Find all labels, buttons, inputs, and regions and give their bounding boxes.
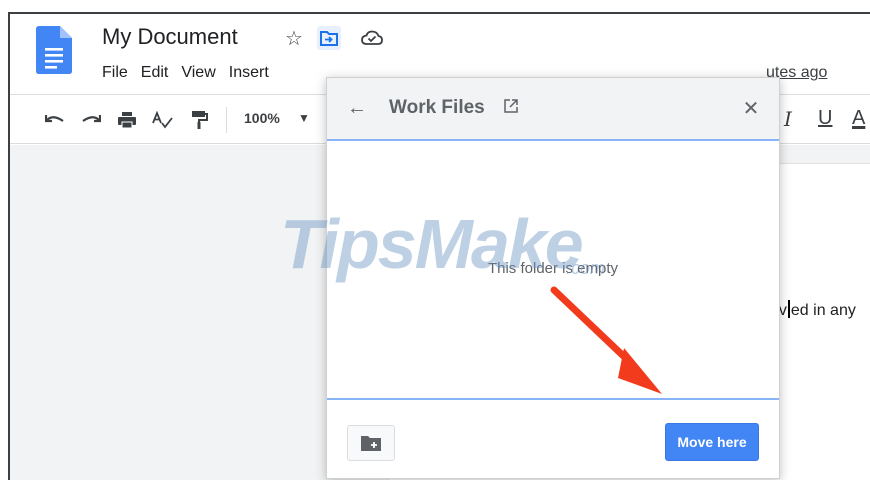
menu-file[interactable]: File (102, 64, 128, 82)
move-to-folder-icon[interactable] (317, 26, 341, 50)
undo-icon[interactable] (44, 109, 66, 131)
cloud-status-icon[interactable] (360, 26, 384, 50)
document-body-text[interactable]: aved in any (770, 300, 856, 320)
new-folder-button[interactable] (347, 425, 395, 461)
back-arrow-icon[interactable]: ← (345, 96, 369, 120)
folder-contents: This folder is empty (327, 142, 779, 398)
text-cursor (787, 300, 790, 318)
menu-view[interactable]: View (181, 64, 215, 82)
menu-insert[interactable]: Insert (229, 64, 269, 82)
redo-icon[interactable] (80, 109, 102, 131)
paint-format-icon[interactable] (188, 109, 210, 131)
body-text-end: ed in any (790, 302, 856, 319)
move-here-button[interactable]: Move here (665, 423, 759, 461)
toolbar-divider (226, 107, 227, 133)
dialog-header: ← Work Files ✕ (327, 78, 779, 141)
zoom-select[interactable]: 100% (244, 110, 280, 126)
italic-button[interactable]: I (784, 107, 792, 131)
text-color-button[interactable]: A (852, 107, 865, 130)
move-dialog: ← Work Files ✕ This folder is empty Move… (326, 77, 780, 479)
spellcheck-icon[interactable] (152, 109, 174, 131)
print-icon[interactable] (116, 109, 138, 131)
open-in-new-icon[interactable] (503, 98, 519, 114)
new-folder-icon (361, 436, 381, 451)
app-window: My Document ☆ File Edit View Insert utes… (8, 12, 870, 480)
google-docs-logo-icon[interactable] (36, 26, 72, 74)
dialog-footer: Move here (327, 398, 779, 478)
empty-folder-message: This folder is empty (487, 260, 619, 277)
document-title[interactable]: My Document (102, 24, 238, 50)
underline-button[interactable]: U (818, 107, 832, 130)
chevron-down-icon[interactable]: ▼ (298, 111, 310, 125)
star-icon[interactable]: ☆ (282, 26, 306, 50)
menu-bar: File Edit View Insert (102, 64, 282, 82)
menu-edit[interactable]: Edit (141, 64, 169, 82)
close-icon[interactable]: ✕ (739, 96, 763, 120)
dialog-title: Work Files (389, 97, 485, 118)
